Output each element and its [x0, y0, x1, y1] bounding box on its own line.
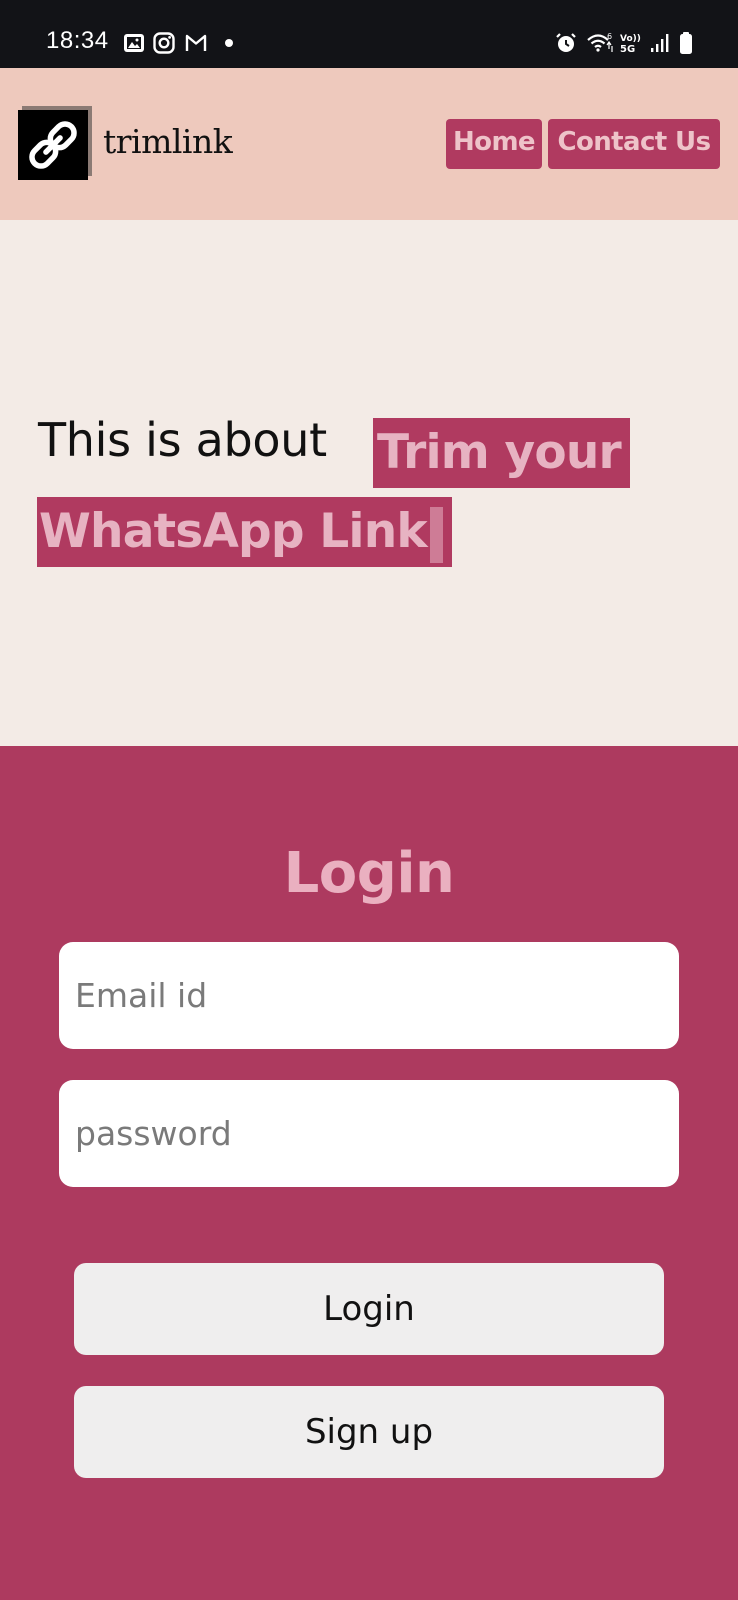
alarm-icon	[556, 33, 576, 52]
hero-highlight-line1: Trim your	[373, 418, 630, 488]
hero-text: This is about	[38, 413, 327, 467]
wifi-icon: 6	[587, 32, 613, 52]
login-title: Login	[283, 841, 455, 906]
email-field[interactable]	[59, 942, 679, 1049]
notification-dot	[225, 39, 233, 47]
signal-icon	[651, 34, 669, 52]
hero-section: This is about Trim your WhatsApp Link	[0, 220, 738, 746]
brand-name[interactable]: trimlink	[103, 122, 233, 161]
nav-home-link[interactable]: Home	[446, 119, 542, 169]
svg-text:5G: 5G	[620, 44, 635, 55]
login-button[interactable]: Login	[74, 1263, 664, 1355]
site-header: trimlink Home Contact Us	[0, 68, 738, 220]
svg-text:Vo)): Vo))	[620, 34, 641, 44]
signup-button[interactable]: Sign up	[74, 1386, 664, 1478]
volte-5g-icon: Vo)) 5G	[620, 34, 641, 55]
nav-contact-link[interactable]: Contact Us	[548, 119, 720, 169]
svg-text:6: 6	[607, 32, 612, 41]
logo[interactable]	[18, 106, 92, 180]
hero-highlight-line2: WhatsApp Link	[37, 497, 452, 567]
status-time: 18:34	[46, 27, 109, 54]
battery-icon	[680, 32, 692, 54]
password-field[interactable]	[59, 1080, 679, 1187]
instagram-icon	[153, 32, 175, 54]
login-section: Login Login Sign up	[0, 746, 738, 1600]
link-icon	[29, 121, 77, 169]
typing-cursor	[429, 506, 443, 563]
hero-highlight-text: WhatsApp Link	[39, 504, 428, 559]
status-bar: 18:34 6 Vo)) 5G	[0, 0, 738, 68]
gallery-icon	[124, 34, 144, 52]
gmail-icon	[185, 34, 207, 51]
